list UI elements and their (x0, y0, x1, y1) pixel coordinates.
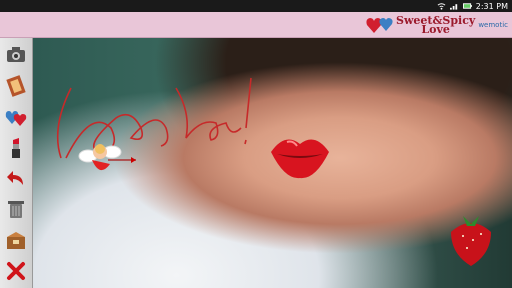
box-icon (7, 232, 25, 250)
camera-icon (7, 47, 25, 62)
kiss-lips-sticker[interactable] (267, 130, 333, 182)
hearts-tool[interactable] (1, 104, 31, 130)
undo-tool[interactable] (1, 165, 31, 191)
photo-canvas[interactable] (33, 38, 512, 288)
publisher-logo: wemotic (478, 21, 508, 29)
lipstick-tool[interactable] (1, 135, 31, 161)
signal-icon (449, 2, 459, 10)
status-bar: 2:31 PM (0, 0, 512, 12)
trash-tool[interactable] (1, 196, 31, 222)
cupid-sticker[interactable] (78, 138, 138, 183)
undo-arrow-icon (7, 171, 23, 186)
wifi-icon (437, 2, 446, 10)
trash-icon (8, 201, 24, 219)
filmstrip-tool[interactable] (1, 73, 31, 99)
save-tool[interactable] (1, 227, 31, 253)
hearts-icon (5, 110, 27, 126)
camera-tool[interactable] (1, 42, 31, 68)
battery-icon (462, 2, 472, 10)
strawberry-sticker[interactable] (445, 210, 497, 276)
film-icon (6, 74, 26, 97)
tool-sidebar (0, 38, 33, 288)
close-icon (7, 261, 25, 280)
status-time: 2:31 PM (475, 1, 508, 11)
brand-logo: Sweet&Spicy Love wemotic (366, 12, 508, 38)
hearts-logo-icon (366, 18, 393, 33)
lipstick-icon (12, 137, 20, 158)
close-tool[interactable] (1, 258, 31, 284)
handwriting-sticker[interactable] (41, 68, 271, 168)
